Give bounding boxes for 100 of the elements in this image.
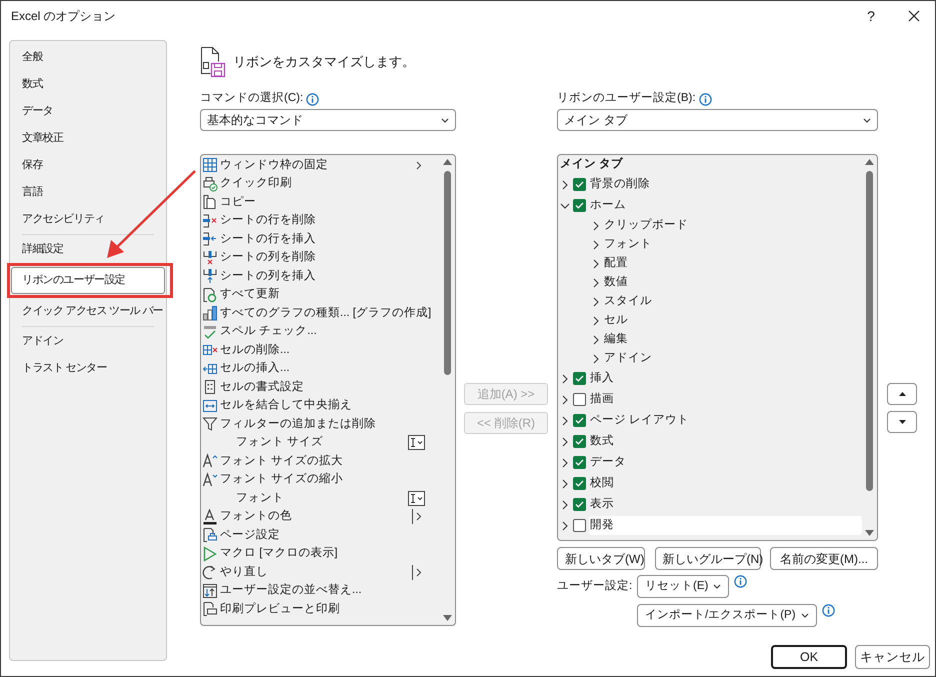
command-item[interactable]: フォントの色 bbox=[220, 508, 292, 526]
checkbox[interactable] bbox=[573, 372, 586, 385]
move-up-button[interactable] bbox=[887, 383, 917, 405]
sidebar-item[interactable]: 数式 bbox=[11, 71, 165, 98]
checkbox[interactable] bbox=[573, 519, 586, 532]
new-group-button[interactable]: 新しいグループ(N) bbox=[654, 547, 760, 570]
scroll-up-icon[interactable] bbox=[443, 159, 452, 165]
command-item[interactable]: すべて更新 bbox=[220, 286, 280, 304]
tree-item[interactable]: 表示 bbox=[589, 495, 862, 514]
move-down-button[interactable] bbox=[887, 411, 917, 433]
tree-item[interactable]: 挿入 bbox=[589, 369, 862, 388]
command-item[interactable]: やり直し bbox=[220, 564, 268, 581]
tree-item[interactable]: ページ レイアウト bbox=[589, 411, 862, 430]
sidebar-item[interactable]: 言語 bbox=[11, 179, 165, 206]
cancel-button[interactable]: キャンセル bbox=[855, 645, 930, 669]
help-button[interactable]: ? bbox=[861, 6, 881, 26]
command-item[interactable]: シートの行を削除 bbox=[220, 212, 316, 230]
rename-button[interactable]: 名前の変更(M)... bbox=[770, 547, 878, 570]
tree-item[interactable]: 開発 bbox=[589, 516, 862, 535]
command-item[interactable]: スペル チェック... bbox=[220, 323, 317, 340]
chevron-right-icon[interactable] bbox=[560, 416, 570, 426]
chevron-right-icon[interactable] bbox=[560, 180, 570, 190]
sidebar-item[interactable]: アドイン bbox=[11, 328, 165, 355]
command-item[interactable]: セルを結合して中央揃え bbox=[220, 397, 352, 414]
command-item[interactable]: フィルターの追加または削除 bbox=[220, 416, 376, 433]
chevron-right-icon[interactable] bbox=[560, 500, 570, 510]
command-item[interactable]: コピー bbox=[220, 194, 256, 211]
command-item[interactable]: クイック印刷 bbox=[220, 175, 292, 192]
chevron-right-icon[interactable] bbox=[560, 520, 570, 530]
ribbon-tree[interactable]: メイン タブ 背景の削除 ホーム クリップボード フォント 配置 数値 スタイル セル 編集 アドイン 挿入 描画 ページ レイアウト 数式 データ 校閲 表示 開発 bbox=[557, 154, 878, 541]
chevron-right-icon[interactable] bbox=[591, 334, 601, 344]
sidebar-item[interactable]: 全般 bbox=[11, 44, 165, 71]
tree-item[interactable]: 校閲 bbox=[589, 474, 862, 493]
command-dropdown[interactable]: 基本的なコマンド bbox=[200, 109, 456, 131]
tree-item[interactable]: アドイン bbox=[604, 350, 652, 368]
chevron-right-icon[interactable] bbox=[591, 240, 601, 250]
command-item[interactable]: ユーザー設定の並べ替え... bbox=[220, 582, 362, 600]
command-list[interactable] bbox=[200, 154, 456, 626]
chevron-right-icon[interactable] bbox=[560, 394, 570, 404]
chevron-right-icon[interactable] bbox=[591, 354, 601, 364]
reset-button[interactable]: リセット(E) bbox=[637, 575, 730, 598]
scroll-down-icon[interactable] bbox=[443, 615, 452, 621]
chevron-right-icon[interactable] bbox=[560, 478, 570, 488]
tree-item[interactable]: ホーム bbox=[589, 196, 862, 215]
tree-item[interactable]: 配置 bbox=[604, 254, 628, 272]
command-item[interactable]: ページ設定 bbox=[220, 526, 280, 544]
command-item[interactable]: シートの列を挿入 bbox=[220, 268, 316, 285]
chevron-down-icon[interactable] bbox=[560, 200, 570, 210]
sidebar-item[interactable]: クイック アクセス ツール バー bbox=[11, 298, 165, 325]
scrollbar-thumb[interactable] bbox=[444, 171, 451, 375]
sidebar-item[interactable]: リボンのユーザー設定 bbox=[11, 267, 165, 294]
tree-item[interactable]: 描画 bbox=[589, 390, 862, 409]
command-item[interactable]: シートの行を挿入 bbox=[220, 230, 316, 248]
chevron-right-icon[interactable] bbox=[560, 458, 570, 468]
new-tab-button[interactable]: 新しいタブ(W) bbox=[557, 547, 645, 570]
sidebar-item[interactable]: 詳細設定 bbox=[11, 236, 165, 263]
chevron-right-icon[interactable] bbox=[591, 278, 601, 288]
close-icon[interactable] bbox=[908, 10, 920, 22]
command-item[interactable]: セルの挿入... bbox=[220, 360, 290, 378]
chevron-right-icon[interactable] bbox=[560, 436, 570, 446]
command-item[interactable]: セルの削除... bbox=[220, 342, 290, 359]
tree-item[interactable]: フォント bbox=[604, 236, 652, 254]
chevron-right-icon[interactable] bbox=[591, 258, 601, 268]
command-item[interactable]: マクロ [マクロの表示] bbox=[220, 545, 338, 562]
tree-item[interactable]: スタイル bbox=[604, 292, 652, 310]
tree-item[interactable]: データ bbox=[589, 453, 862, 472]
chevron-right-icon[interactable] bbox=[560, 374, 570, 384]
scrollbar-thumb[interactable] bbox=[866, 171, 873, 491]
sidebar-item[interactable]: 保存 bbox=[11, 152, 165, 179]
command-item[interactable]: フォント サイズ bbox=[220, 434, 324, 452]
tree-item[interactable]: 編集 bbox=[604, 330, 628, 348]
checkbox[interactable] bbox=[573, 435, 586, 448]
checkbox[interactable] bbox=[573, 199, 586, 212]
command-item[interactable]: 印刷プレビューと印刷 bbox=[220, 600, 340, 618]
checkbox[interactable] bbox=[573, 456, 586, 469]
checkbox[interactable] bbox=[573, 393, 586, 406]
sidebar-item[interactable]: アクセシビリティ bbox=[11, 206, 165, 233]
command-item[interactable]: セルの書式設定 bbox=[220, 378, 304, 396]
tree-item[interactable]: 数式 bbox=[589, 432, 862, 451]
tree-item[interactable]: 数値 bbox=[604, 274, 628, 292]
ribbon-dropdown[interactable]: メイン タブ bbox=[557, 109, 878, 131]
scroll-up-icon[interactable] bbox=[865, 159, 874, 165]
import-export-button[interactable]: インポート/エクスポート(P) bbox=[637, 604, 817, 627]
chevron-right-icon[interactable] bbox=[591, 296, 601, 306]
scroll-down-icon[interactable] bbox=[865, 530, 874, 536]
checkbox[interactable] bbox=[573, 414, 586, 427]
tree-item[interactable]: 背景の削除 bbox=[589, 175, 862, 194]
chevron-right-icon[interactable] bbox=[591, 316, 601, 326]
tree-item[interactable]: セル bbox=[604, 312, 628, 330]
command-item[interactable]: フォント サイズの拡大 bbox=[220, 452, 344, 470]
command-item[interactable]: すべてのグラフの種類... [グラフの作成] bbox=[220, 304, 432, 322]
sidebar-item[interactable]: トラスト センター bbox=[11, 355, 165, 382]
checkbox[interactable] bbox=[573, 178, 586, 191]
checkbox[interactable] bbox=[573, 498, 586, 511]
ok-button[interactable]: OK bbox=[771, 645, 847, 669]
chevron-right-icon[interactable] bbox=[591, 220, 601, 230]
command-item[interactable]: フォント サイズの縮小 bbox=[220, 471, 344, 488]
command-item[interactable]: ウィンドウ枠の固定 bbox=[220, 156, 328, 174]
command-item[interactable]: フォント bbox=[220, 490, 284, 507]
tree-item[interactable]: クリップボード bbox=[604, 216, 688, 234]
